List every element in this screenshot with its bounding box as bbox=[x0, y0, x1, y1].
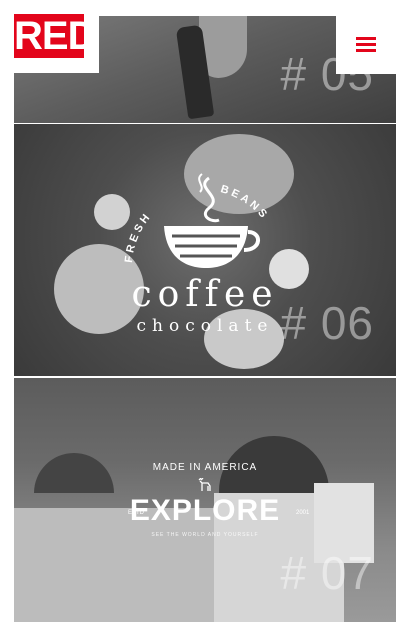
svg-text:BEANS: BEANS bbox=[219, 183, 271, 222]
portfolio-tile-07[interactable]: MADE IN AMERICA ESTD EXPLORE 2001 SEE TH… bbox=[14, 378, 396, 622]
brand-logo[interactable]: RED bbox=[14, 14, 96, 58]
menu-button[interactable] bbox=[336, 15, 396, 74]
coffee-arc-left-text: FRESH bbox=[123, 210, 151, 263]
coffee-arc-right-text: BEANS bbox=[219, 183, 268, 222]
explore-logo-tagline: SEE THE WORLD AND YOURSELF bbox=[151, 532, 259, 538]
portfolio-tile-06[interactable]: FRESH BEANS coffee chocolate # 06 bbox=[14, 124, 396, 376]
explore-logo-title: EXPLORE bbox=[129, 494, 281, 527]
explore-year-label: 2001 bbox=[296, 510, 310, 516]
svg-text:FRESH: FRESH bbox=[123, 210, 154, 263]
deer-icon bbox=[198, 478, 211, 491]
explore-logo-top: MADE IN AMERICA bbox=[152, 462, 258, 473]
logo-container[interactable]: RED bbox=[0, 0, 99, 73]
hamburger-menu-icon[interactable] bbox=[356, 37, 376, 53]
tile-number: # 07 bbox=[280, 547, 374, 599]
coffee-cup-icon bbox=[164, 173, 260, 268]
photo-dome bbox=[34, 453, 114, 493]
tile-number: # 06 bbox=[280, 297, 374, 349]
